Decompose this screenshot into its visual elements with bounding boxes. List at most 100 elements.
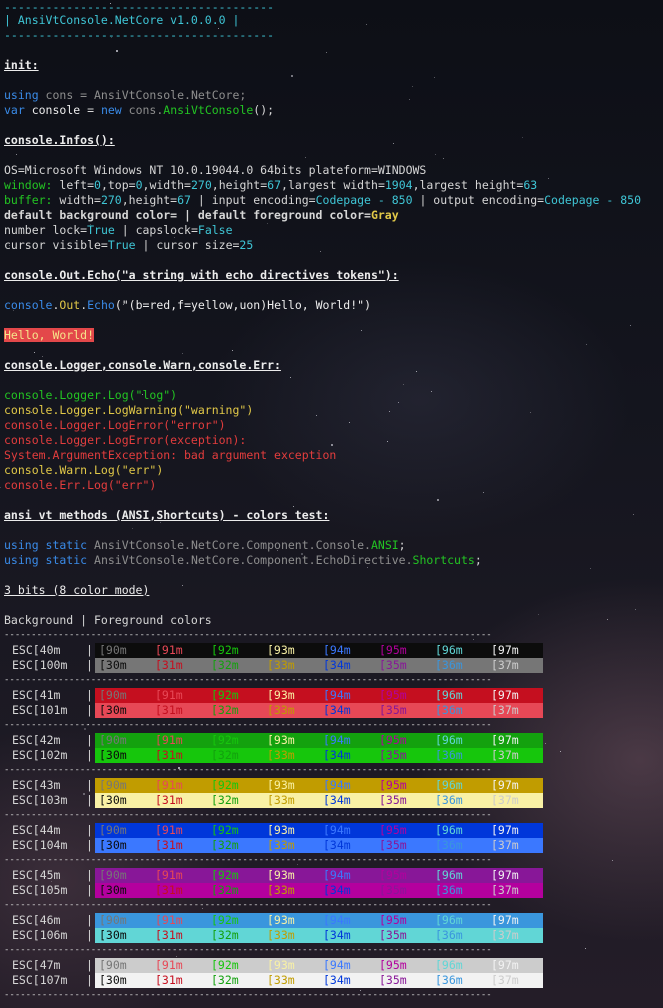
- foreground-code-cell: [93m: [267, 733, 295, 747]
- foreground-code-cell: [90m: [99, 823, 127, 837]
- foreground-code-cell: [90m: [99, 958, 127, 972]
- foreground-code-cell: [90m: [99, 868, 127, 882]
- foreground-code-cell: [95m: [379, 868, 407, 882]
- foreground-code-cell: [94m: [323, 958, 351, 972]
- star: [547, 178, 549, 180]
- info-text: left=: [52, 178, 95, 192]
- foreground-code-cell: [90m: [99, 733, 127, 747]
- column-divider: |: [86, 688, 93, 702]
- foreground-code-cell: [32m: [211, 748, 239, 762]
- foreground-code-cell: [97m: [491, 958, 519, 972]
- foreground-code-cell: [33m: [267, 838, 295, 852]
- foreground-code-cell: [31m: [155, 928, 183, 942]
- star: [521, 136, 523, 138]
- keyword: using static: [4, 553, 88, 567]
- section-init-heading: init:: [4, 58, 39, 72]
- background-code-label: ESC[105m: [12, 883, 68, 897]
- foreground-code-cell: [33m: [267, 793, 295, 807]
- star: [386, 441, 388, 443]
- foreground-code-cell: [37m: [491, 748, 519, 762]
- background-code-label: ESC[104m: [12, 838, 68, 852]
- table-separator: ----------------------------------------…: [4, 990, 492, 1000]
- foreground-code-cell: [31m: [155, 748, 183, 762]
- foreground-code-cell: [95m: [379, 958, 407, 972]
- info-value: True: [107, 238, 136, 252]
- foreground-code-cell: [33m: [267, 748, 295, 762]
- code-using-static-shortcuts: using static AnsiVtConsole.NetCore.Compo…: [4, 553, 482, 568]
- keyword: var: [4, 103, 25, 117]
- foreground-code-cell: [96m: [435, 958, 463, 972]
- star: [611, 860, 613, 862]
- info-value: 0: [94, 178, 101, 192]
- star: [416, 370, 418, 372]
- background-code-label: ESC[42m: [12, 733, 61, 747]
- info-text: ,largest width=: [281, 178, 385, 192]
- foreground-code-cell: [30m: [99, 973, 127, 987]
- foreground-code-cell: [94m: [323, 913, 351, 927]
- star: [132, 527, 134, 529]
- foreground-code-cell: [33m: [267, 658, 295, 672]
- foreground-code-cell: [91m: [155, 823, 183, 837]
- foreground-code-cell: [31m: [155, 793, 183, 807]
- star: [290, 75, 293, 78]
- column-divider: |: [86, 658, 93, 672]
- foreground-code-cell: [97m: [491, 913, 519, 927]
- foreground-code-cell: [92m: [211, 778, 239, 792]
- section-infos-heading: console.Infos():: [4, 133, 115, 147]
- foreground-code-cell: [93m: [267, 778, 295, 792]
- foreground-code-cell: [37m: [491, 973, 519, 987]
- star: [348, 421, 350, 423]
- namespace-text: AnsiVtConsole.NetCore.Component.EchoDire…: [87, 553, 413, 567]
- info-text: ,top=: [100, 178, 136, 192]
- log-line: console.Logger.Log("log"): [4, 388, 178, 402]
- star: [182, 352, 184, 354]
- foreground-code-cell: [94m: [323, 643, 351, 657]
- foreground-code-cell: [91m: [155, 643, 183, 657]
- foreground-code-cell: [31m: [155, 838, 183, 852]
- code-args: ("(b=red,f=yellow,uon)Hello, World!"): [114, 298, 372, 312]
- background-code-label: ESC[46m: [12, 913, 61, 927]
- info-text: number lock=: [4, 223, 88, 237]
- info-text: | output encoding=: [412, 193, 545, 207]
- star: [408, 99, 410, 101]
- info-text: ,height=: [211, 178, 268, 192]
- foreground-code-cell: [36m: [435, 883, 463, 897]
- foreground-code-cell: [36m: [435, 838, 463, 852]
- foreground-code-cell: [93m: [267, 823, 295, 837]
- foreground-code-cell: [91m: [155, 778, 183, 792]
- foreground-code-cell: [32m: [211, 703, 239, 717]
- info-text: | capslock=: [114, 223, 198, 237]
- background-code-label: ESC[40m: [12, 643, 61, 657]
- foreground-code-cell: [31m: [155, 883, 183, 897]
- foreground-code-cell: [34m: [323, 793, 351, 807]
- variable-name: console: [24, 103, 81, 117]
- foreground-code-cell: [32m: [211, 973, 239, 987]
- foreground-code-cell: [90m: [99, 778, 127, 792]
- star: [411, 86, 413, 88]
- background-code-label: ESC[101m: [12, 703, 68, 717]
- info-text: default background color= | default fore…: [4, 208, 371, 222]
- info-label: window:: [4, 178, 53, 192]
- info-window-line: window: left=0,top=0,width=270,height=67…: [4, 178, 537, 193]
- class-name: AnsiVtConsole: [163, 103, 254, 117]
- warn-log-line: console.Warn.Log("err"): [4, 463, 164, 477]
- foreground-code-cell: [97m: [491, 778, 519, 792]
- foreground-code-cell: [34m: [323, 928, 351, 942]
- foreground-code-cell: [37m: [491, 883, 519, 897]
- star: [397, 401, 399, 403]
- star: [443, 157, 445, 159]
- foreground-code-cell: [92m: [211, 958, 239, 972]
- punctuation: ();: [253, 103, 275, 117]
- star: [361, 330, 363, 332]
- foreground-code-cell: [35m: [379, 703, 407, 717]
- info-value: True: [87, 223, 115, 237]
- foreground-code-cell: [36m: [435, 793, 463, 807]
- background-swatch: [90m [91m [92m [93m [94m [95m [96m [97m: [95, 688, 543, 703]
- foreground-code-cell: [92m: [211, 868, 239, 882]
- star: [365, 24, 367, 26]
- star: [232, 350, 234, 352]
- background-swatch: [90m [91m [92m [93m [94m [95m [96m [97m: [95, 643, 543, 658]
- class-name: Shortcuts: [412, 553, 475, 567]
- background-code-label: ESC[41m: [12, 688, 61, 702]
- info-text: | input encoding=: [190, 193, 316, 207]
